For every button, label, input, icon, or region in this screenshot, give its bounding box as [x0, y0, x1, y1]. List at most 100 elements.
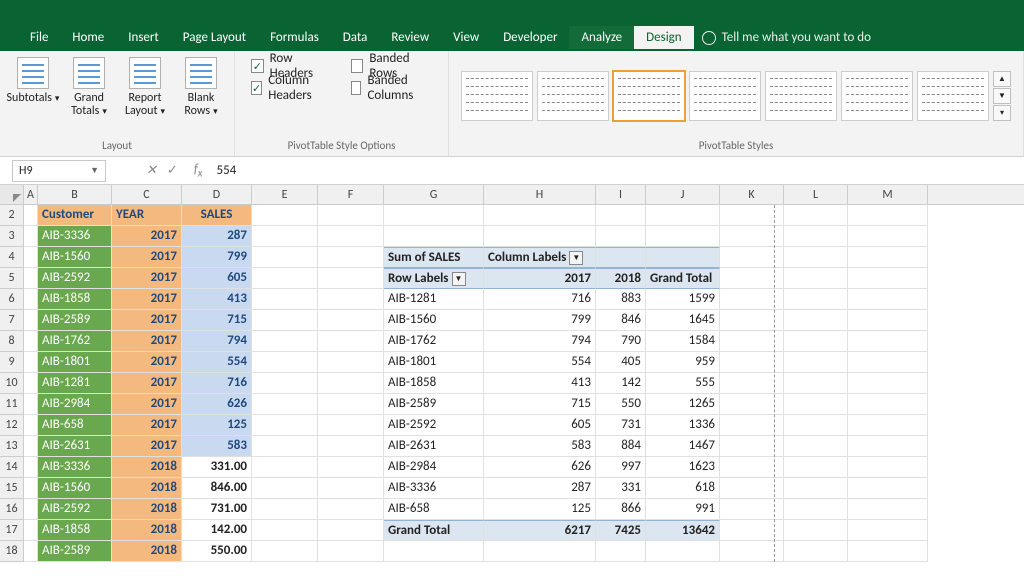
- cell[interactable]: 2017: [112, 247, 182, 268]
- fx-icon[interactable]: fx: [186, 162, 211, 180]
- cell[interactable]: [848, 457, 928, 478]
- grandtotals-button[interactable]: Grand Totals: [62, 55, 116, 120]
- cell[interactable]: AIB-2984: [38, 394, 112, 415]
- cell[interactable]: 331.00: [182, 457, 252, 478]
- cell[interactable]: [24, 247, 38, 268]
- cell[interactable]: [596, 541, 646, 562]
- cell[interactable]: [24, 436, 38, 457]
- cell[interactable]: 715: [484, 394, 596, 415]
- cell[interactable]: 405: [596, 352, 646, 373]
- row-header[interactable]: 18: [0, 541, 24, 562]
- cell[interactable]: 716: [182, 373, 252, 394]
- col-header[interactable]: G: [384, 185, 484, 204]
- row-header[interactable]: 11: [0, 394, 24, 415]
- cell[interactable]: [252, 541, 318, 562]
- row-header[interactable]: 8: [0, 331, 24, 352]
- cell[interactable]: [252, 226, 318, 247]
- select-all[interactable]: [0, 185, 24, 204]
- cell[interactable]: 1584: [646, 331, 720, 352]
- row-header[interactable]: 17: [0, 520, 24, 541]
- cell[interactable]: [848, 331, 928, 352]
- cell[interactable]: 2018: [112, 520, 182, 541]
- cell[interactable]: Grand Total: [384, 520, 484, 541]
- formula-value[interactable]: 554: [210, 163, 242, 178]
- blankrows-button[interactable]: Blank Rows: [174, 55, 228, 120]
- cell[interactable]: Customer: [38, 205, 112, 226]
- gallery-down-icon[interactable]: ▼: [993, 88, 1011, 104]
- tab-insert[interactable]: Insert: [116, 26, 171, 49]
- tab-home[interactable]: Home: [60, 26, 116, 49]
- cell[interactable]: [24, 331, 38, 352]
- cell[interactable]: [252, 499, 318, 520]
- cell[interactable]: AIB-1762: [384, 331, 484, 352]
- cell[interactable]: [596, 205, 646, 226]
- cell[interactable]: [784, 478, 848, 499]
- cell[interactable]: [784, 457, 848, 478]
- cell[interactable]: 883: [596, 289, 646, 310]
- style-swatch-selected[interactable]: [613, 71, 685, 121]
- cell[interactable]: 2017: [112, 415, 182, 436]
- cell[interactable]: [318, 247, 384, 268]
- cell[interactable]: [384, 226, 484, 247]
- cell[interactable]: [252, 289, 318, 310]
- cell[interactable]: 554: [484, 352, 596, 373]
- cell[interactable]: 715: [182, 310, 252, 331]
- cell[interactable]: AIB-1858: [38, 520, 112, 541]
- cell[interactable]: [784, 352, 848, 373]
- cell[interactable]: 2018: [596, 268, 646, 289]
- cell[interactable]: [596, 247, 646, 268]
- cell[interactable]: [484, 205, 596, 226]
- cell[interactable]: [318, 541, 384, 562]
- cell[interactable]: [784, 373, 848, 394]
- cell[interactable]: [318, 310, 384, 331]
- cell[interactable]: AIB-1858: [38, 289, 112, 310]
- cell[interactable]: [24, 499, 38, 520]
- cell[interactable]: [318, 520, 384, 541]
- cell[interactable]: [252, 310, 318, 331]
- cell[interactable]: [646, 247, 720, 268]
- cell[interactable]: [848, 310, 928, 331]
- cell[interactable]: [252, 394, 318, 415]
- filter-icon[interactable]: ▼: [569, 251, 583, 265]
- cell[interactable]: AIB-2592: [384, 415, 484, 436]
- cell[interactable]: [848, 415, 928, 436]
- cell[interactable]: [318, 331, 384, 352]
- row-header[interactable]: 5: [0, 268, 24, 289]
- cell[interactable]: [24, 352, 38, 373]
- cell[interactable]: [24, 478, 38, 499]
- cell[interactable]: Column Labels▼: [484, 247, 596, 268]
- cell[interactable]: 13642: [646, 520, 720, 541]
- cell[interactable]: 626: [484, 457, 596, 478]
- cell[interactable]: 413: [484, 373, 596, 394]
- cell[interactable]: [252, 247, 318, 268]
- cell[interactable]: 2017: [112, 289, 182, 310]
- cell[interactable]: 2018: [112, 478, 182, 499]
- row-header[interactable]: 2: [0, 205, 24, 226]
- cell[interactable]: [252, 478, 318, 499]
- cell[interactable]: [784, 331, 848, 352]
- cell[interactable]: [848, 373, 928, 394]
- cell[interactable]: AIB-2589: [38, 310, 112, 331]
- cell[interactable]: [848, 499, 928, 520]
- cell[interactable]: 2017: [112, 436, 182, 457]
- cell[interactable]: 991: [646, 499, 720, 520]
- row-header[interactable]: 3: [0, 226, 24, 247]
- cell[interactable]: [24, 205, 38, 226]
- cell[interactable]: 605: [182, 268, 252, 289]
- cell[interactable]: AIB-1560: [38, 247, 112, 268]
- cell[interactable]: [484, 226, 596, 247]
- cell[interactable]: [252, 352, 318, 373]
- tab-design[interactable]: Design: [634, 26, 693, 49]
- cell[interactable]: 866: [596, 499, 646, 520]
- cell[interactable]: [848, 394, 928, 415]
- cell[interactable]: 287: [182, 226, 252, 247]
- cell[interactable]: [484, 541, 596, 562]
- row-header[interactable]: 13: [0, 436, 24, 457]
- cell[interactable]: [24, 520, 38, 541]
- cell[interactable]: [848, 541, 928, 562]
- enter-icon[interactable]: ✓: [167, 163, 178, 178]
- cell[interactable]: 2017: [112, 310, 182, 331]
- cell[interactable]: [646, 226, 720, 247]
- row-header[interactable]: 4: [0, 247, 24, 268]
- style-swatch[interactable]: [765, 71, 837, 121]
